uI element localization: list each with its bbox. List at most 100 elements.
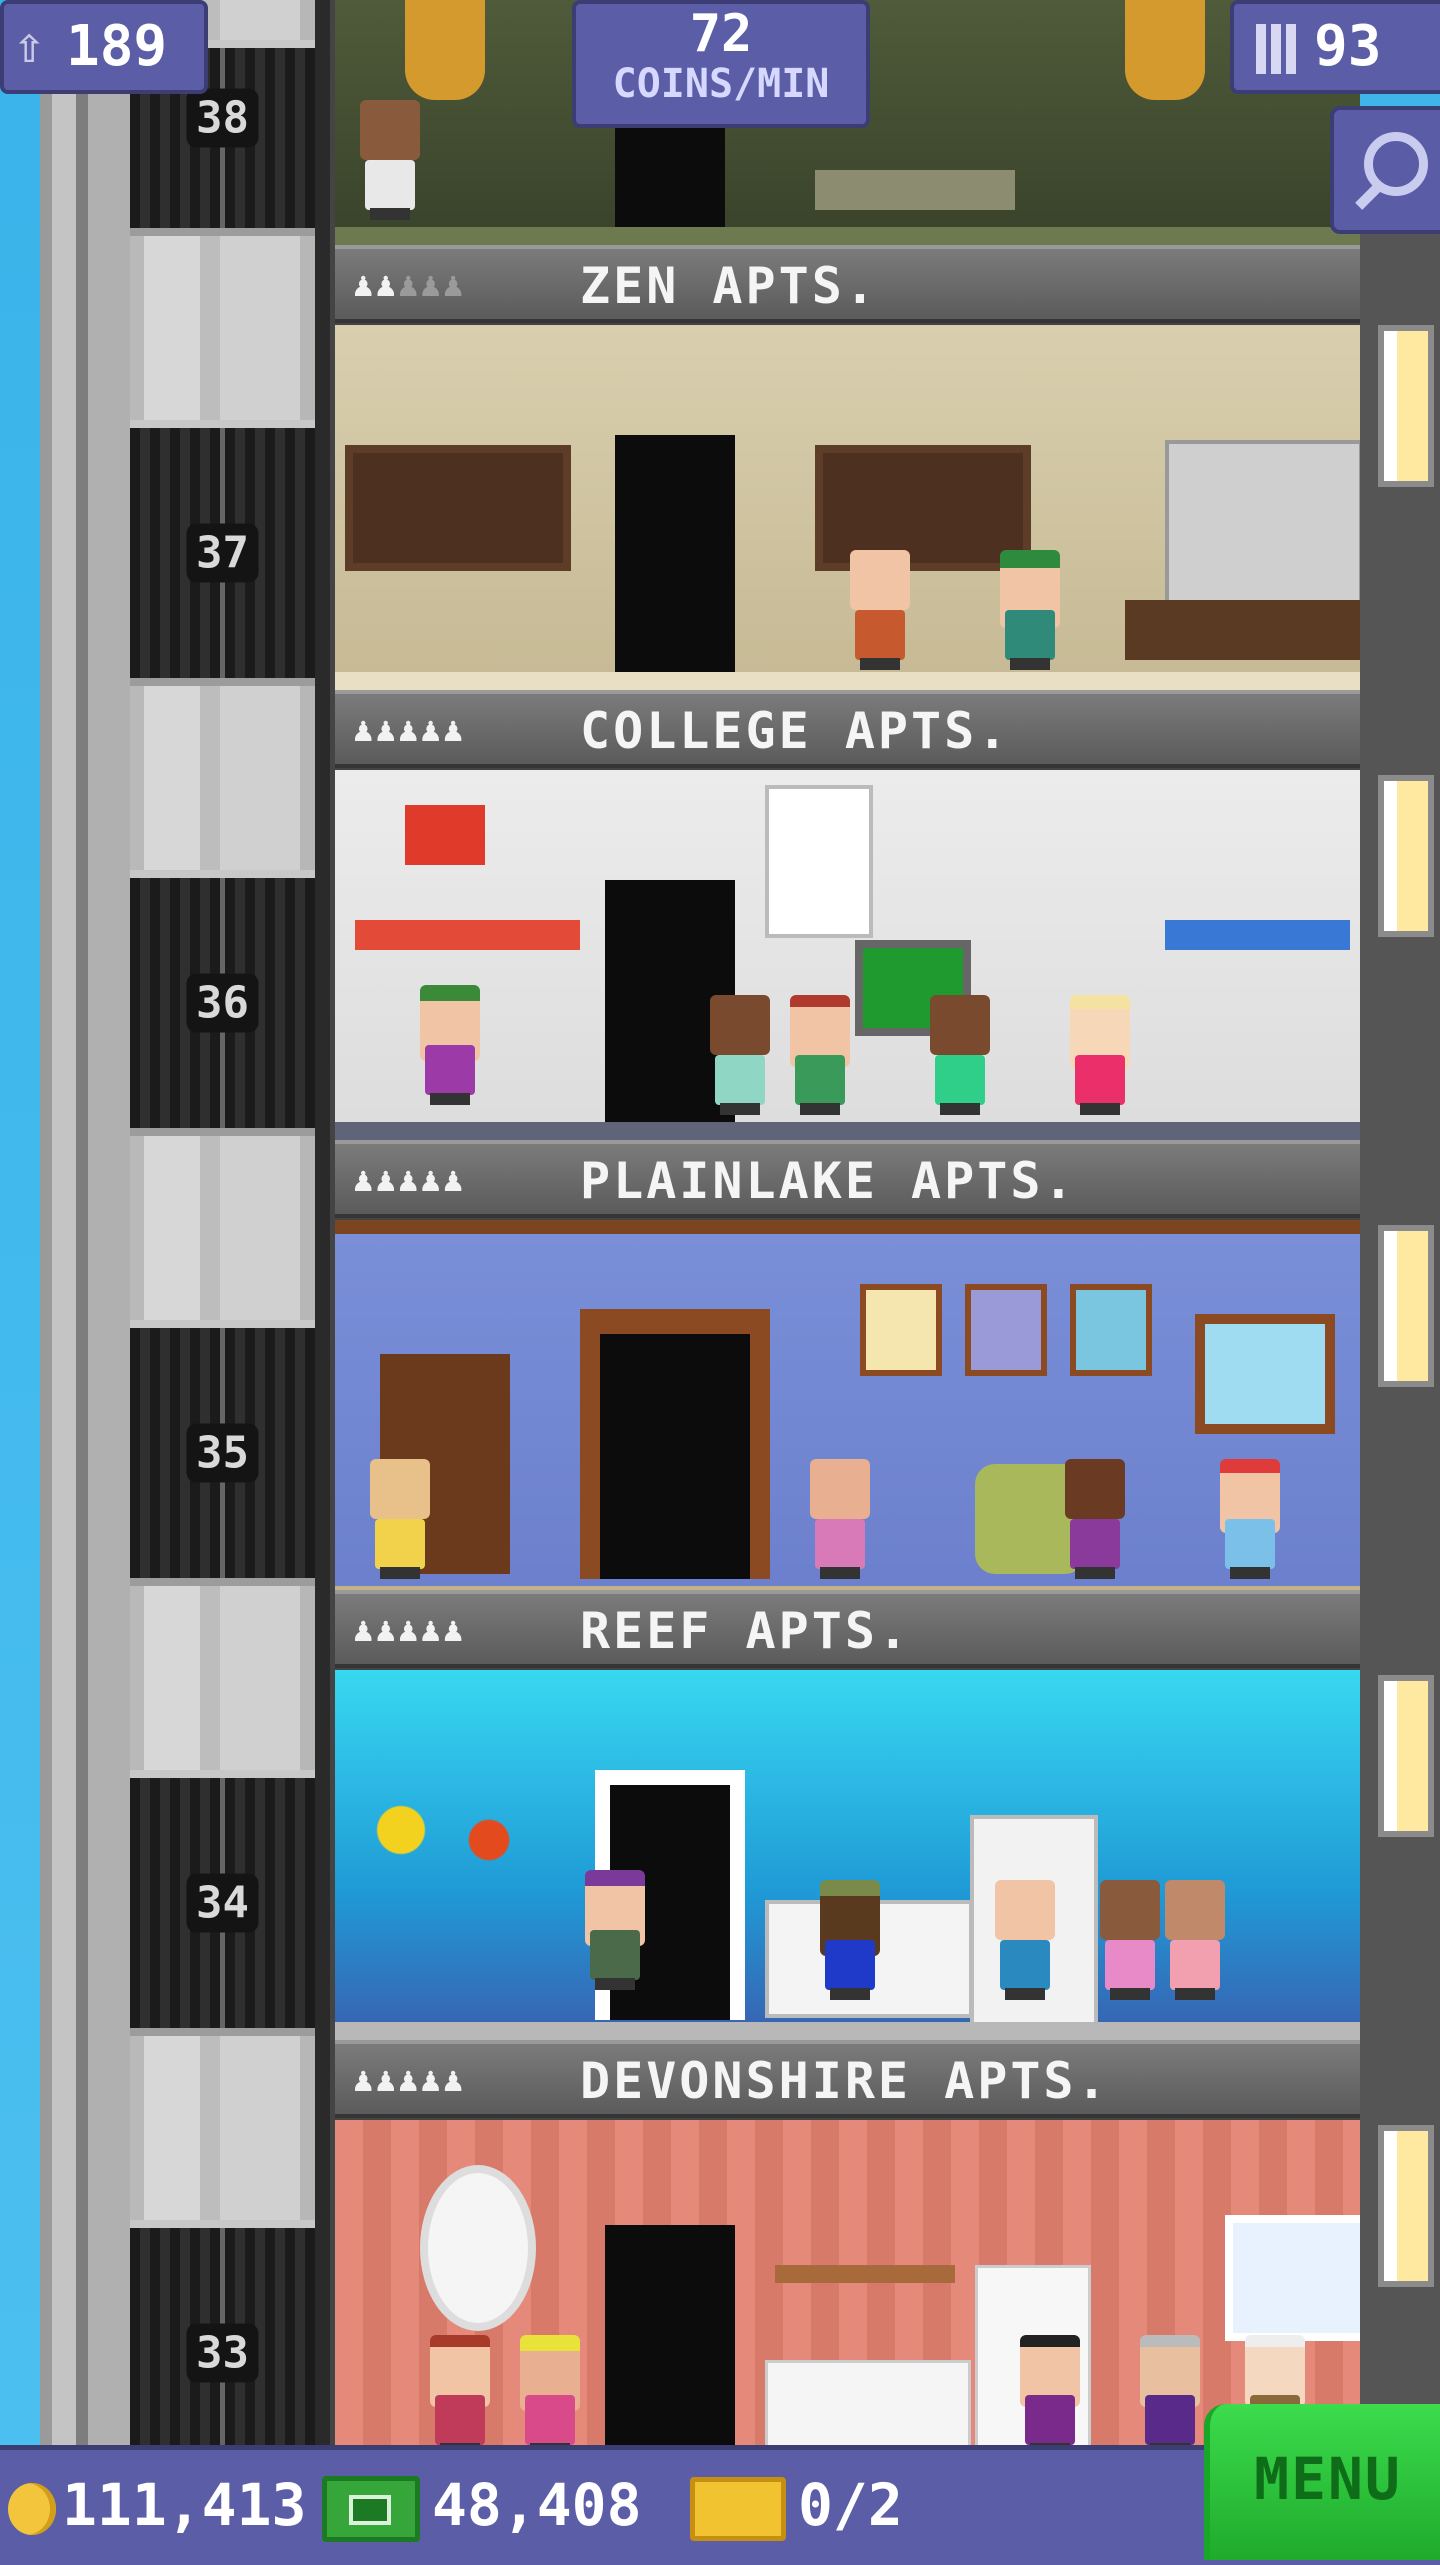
room-devonshire-apts[interactable]: [335, 2120, 1360, 2445]
resident[interactable]: [580, 1870, 650, 1990]
sky-background: [0, 0, 40, 2560]
resident[interactable]: [415, 985, 485, 1105]
bunk-bed: [1165, 920, 1350, 950]
resident-slots: ♟♟♟♟♟: [353, 1160, 466, 1200]
menu-button[interactable]: MENU: [1204, 2404, 1440, 2560]
room-doorway: [615, 120, 725, 240]
building-icon: [1256, 24, 1296, 74]
exterior-window: [1378, 2125, 1434, 2287]
elevator-stop-36[interactable]: 36: [130, 870, 315, 1136]
coins-value: 111,413: [62, 2471, 307, 2539]
floor-counter[interactable]: 93: [1230, 0, 1440, 94]
coins-per-min-label: COINS/MIN: [612, 61, 830, 107]
pennant-flag: [405, 805, 485, 865]
elevator-stop-33[interactable]: 33: [130, 2220, 315, 2461]
room-reef-apts[interactable]: [335, 1220, 1360, 1604]
exterior-window: [1378, 775, 1434, 937]
counter: [1125, 600, 1360, 660]
floor-number: 37: [186, 523, 259, 583]
floor-label-devonshire[interactable]: ♟♟♟♟♟ DEVONSHIRE APTS.: [335, 2040, 1360, 2118]
resident-slots: ♟♟♟♟♟: [353, 265, 466, 305]
exterior-window: [1378, 1675, 1434, 1837]
ticket-icon: [690, 2476, 786, 2541]
elevator-stop-37[interactable]: 37: [130, 420, 315, 686]
shaft-wall: [40, 0, 130, 2445]
population-value: 189: [66, 14, 168, 79]
floor-label-plainlake[interactable]: ♟♟♟♟♟ PLAINLAKE APTS.: [335, 1140, 1360, 1218]
bux-icon: [322, 2475, 420, 2542]
bux-balance[interactable]: 48,408: [322, 2468, 642, 2543]
floor-label-college[interactable]: ♟♟♟♟♟ COLLEGE APTS.: [335, 690, 1360, 768]
coral: [335, 1790, 555, 1890]
magnifier-handle: [1355, 180, 1385, 210]
resident[interactable]: [515, 2335, 585, 2445]
resident[interactable]: [845, 550, 915, 670]
room-plainlake-apts[interactable]: [335, 770, 1360, 1140]
coins-per-min-value: 72: [689, 4, 753, 64]
floor-number: 34: [186, 1873, 259, 1933]
resident[interactable]: [1215, 1459, 1285, 1579]
resident[interactable]: [1015, 2335, 1085, 2445]
resident[interactable]: [1065, 995, 1135, 1115]
shelf: [775, 2265, 955, 2283]
tower-right-wall: [1360, 230, 1440, 2445]
exterior-window: [1378, 325, 1434, 487]
person-up-icon: ⇧: [14, 16, 45, 74]
search-button[interactable]: [1330, 106, 1440, 234]
resident[interactable]: [805, 1459, 875, 1579]
bunk-bed: [355, 920, 580, 950]
shaft-interior: [130, 0, 315, 2445]
shaft-rail: [315, 0, 330, 2445]
floor-label-reef[interactable]: ♟♟♟♟♟ REEF APTS.: [335, 1590, 1360, 1668]
resident[interactable]: [1160, 1880, 1230, 2000]
picture-frame: [965, 1284, 1047, 1376]
floor-name: DEVONSHIRE APTS.: [580, 2052, 1110, 2110]
resident[interactable]: [355, 100, 425, 220]
floor-name: COLLEGE APTS.: [580, 702, 1011, 760]
elevator-stop-34[interactable]: 34: [130, 1770, 315, 2036]
kitchen-counter: [765, 2360, 971, 2445]
resident[interactable]: [365, 1459, 435, 1579]
resident[interactable]: [705, 995, 775, 1115]
floor-number: 33: [186, 2323, 259, 2383]
floor-label-zen[interactable]: ♟♟♟♟♟ ZEN APTS.: [335, 245, 1360, 323]
floor-count-value: 93: [1314, 14, 1382, 79]
resident[interactable]: [785, 995, 855, 1115]
resident[interactable]: [1095, 1880, 1165, 2000]
refrigerator: [1165, 440, 1360, 608]
floor-name: PLAINLAKE APTS.: [580, 1152, 1077, 1210]
tickets-balance[interactable]: 0/2: [690, 2468, 903, 2543]
floor-name: REEF APTS.: [580, 1602, 912, 1660]
window: [345, 445, 571, 571]
floor-number: 36: [186, 973, 259, 1033]
coins-balance[interactable]: 111,413: [8, 2468, 306, 2543]
window: [1225, 2215, 1360, 2341]
coins-per-min-panel: 72 COINS/MIN: [572, 0, 870, 128]
elevator-shaft[interactable]: 38 37 36 35 34 33: [40, 0, 330, 2461]
resident[interactable]: [1060, 1459, 1130, 1579]
resident[interactable]: [925, 995, 995, 1115]
resident[interactable]: [815, 1880, 885, 2000]
tickets-value: 0/2: [798, 2471, 903, 2539]
window: [1195, 1314, 1335, 1434]
exterior-window: [1378, 1225, 1434, 1387]
elevator-stop-35[interactable]: 35: [130, 1320, 315, 1586]
poster: [765, 785, 873, 938]
room-doorway: [605, 2225, 735, 2445]
resident[interactable]: [990, 1880, 1060, 2000]
resident[interactable]: [1135, 2335, 1205, 2445]
room-aquarium[interactable]: [335, 1670, 1360, 2040]
picture-frame: [860, 1284, 942, 1376]
resident-slots: ♟♟♟♟♟: [353, 2060, 466, 2100]
resident[interactable]: [995, 550, 1065, 670]
resident-slots: ♟♟♟♟♟: [353, 710, 466, 750]
room-college-apts[interactable]: [335, 325, 1360, 690]
floor-number: 35: [186, 1423, 259, 1483]
bench: [815, 170, 1015, 210]
population-counter[interactable]: ⇧ 189: [0, 0, 208, 94]
room-doorway: [615, 435, 735, 690]
floor-number: 38: [186, 88, 259, 148]
resident[interactable]: [425, 2335, 495, 2445]
statue-head-icon: [1125, 0, 1205, 100]
statue-head-icon: [405, 0, 485, 100]
